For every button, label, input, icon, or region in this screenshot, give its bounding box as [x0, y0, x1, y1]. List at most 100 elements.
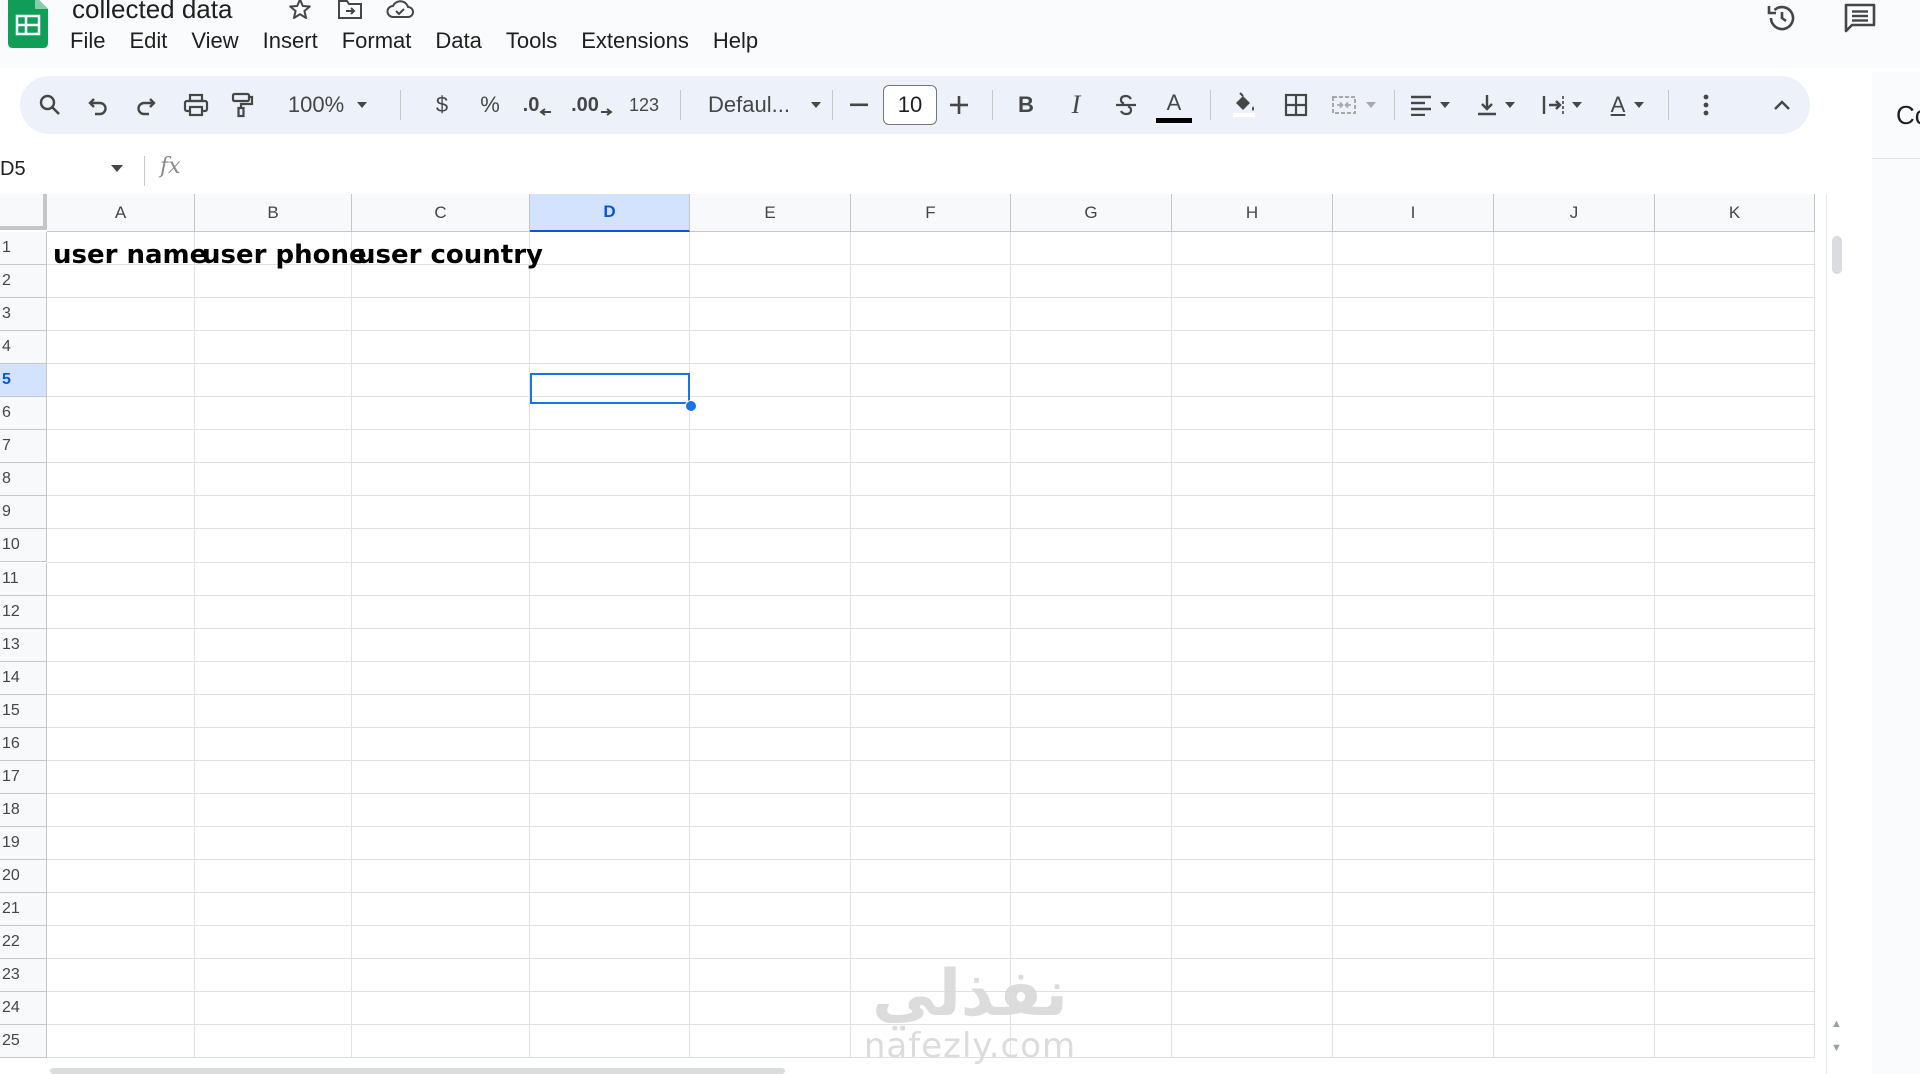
horizontal-scroll-thumb[interactable]: [50, 1068, 785, 1074]
row-header-23[interactable]: 23: [0, 959, 47, 993]
horizontal-align-button[interactable]: [1400, 76, 1460, 134]
menu-format[interactable]: Format: [330, 26, 424, 56]
row-header-11[interactable]: 11: [0, 562, 47, 596]
row-header-3[interactable]: 3: [0, 298, 47, 332]
row-header-6[interactable]: 6: [0, 397, 47, 431]
side-panel-label[interactable]: Co: [1896, 100, 1920, 131]
column-header-d[interactable]: D: [530, 194, 690, 232]
row-header-14[interactable]: 14: [0, 661, 47, 695]
fx-icon: fx: [160, 154, 181, 179]
menu-file[interactable]: File: [58, 26, 117, 56]
row-header-10[interactable]: 10: [0, 529, 47, 563]
menu-insert[interactable]: Insert: [251, 26, 330, 56]
row-header-4[interactable]: 4: [0, 331, 47, 365]
row-header-9[interactable]: 9: [0, 496, 47, 530]
decrease-font-size-icon[interactable]: [842, 76, 876, 134]
borders-icon[interactable]: [1274, 76, 1318, 134]
increase-decimal-button[interactable]: .00: [566, 76, 618, 134]
fill-color-icon[interactable]: [1222, 76, 1266, 134]
row-header-25[interactable]: 25: [0, 1025, 47, 1059]
document-title[interactable]: collected data: [72, 0, 232, 25]
text-color-button[interactable]: A: [1148, 76, 1200, 134]
column-header-e[interactable]: E: [690, 194, 851, 232]
selected-cell-D5[interactable]: [530, 373, 690, 404]
menu-help[interactable]: Help: [701, 26, 770, 56]
row-header-12[interactable]: 12: [0, 595, 47, 629]
name-box[interactable]: D5: [0, 158, 130, 186]
row-header-21[interactable]: 21: [0, 893, 47, 927]
column-header-f[interactable]: F: [851, 194, 1011, 232]
row-header-7[interactable]: 7: [0, 430, 47, 464]
row-header-20[interactable]: 20: [0, 859, 47, 893]
text-rotation-button[interactable]: A: [1598, 76, 1658, 134]
version-history-icon[interactable]: [1762, 0, 1802, 38]
merge-cells-button[interactable]: [1324, 76, 1384, 134]
column-header-a[interactable]: A: [47, 194, 195, 232]
column-header-h[interactable]: H: [1172, 194, 1333, 232]
row-header-2[interactable]: 2: [0, 265, 47, 299]
row-gridline: [47, 396, 1815, 398]
increase-font-size-icon[interactable]: [942, 76, 976, 134]
column-header-c[interactable]: C: [352, 194, 530, 232]
menu-tools[interactable]: Tools: [494, 26, 569, 56]
vertical-scroll-thumb[interactable]: [1832, 236, 1842, 274]
row-header-16[interactable]: 16: [0, 727, 47, 761]
vertical-scrollbar[interactable]: ▲ ▼: [1826, 194, 1847, 1074]
row-gridline: [47, 759, 1815, 761]
fill-handle[interactable]: [685, 400, 697, 412]
row-header-22[interactable]: 22: [0, 926, 47, 960]
row-header-15[interactable]: 15: [0, 694, 47, 728]
decrease-decimal-label: .0: [522, 93, 540, 116]
zoom-select[interactable]: 100%: [282, 76, 374, 134]
menu-data[interactable]: Data: [423, 26, 493, 56]
font-family-select[interactable]: Defaul...: [688, 76, 838, 134]
text-wrapping-button[interactable]: [1532, 76, 1592, 134]
vertical-align-button[interactable]: [1466, 76, 1526, 134]
hide-menus-chevron-up-icon[interactable]: [1762, 76, 1802, 134]
column-header-j[interactable]: J: [1494, 194, 1655, 232]
cell-B1[interactable]: user phone: [202, 240, 367, 270]
menu-edit[interactable]: Edit: [117, 26, 179, 56]
column-header-g[interactable]: G: [1011, 194, 1172, 232]
toolbar: 100% $ % .0 .00 123 Defaul... 10 B I A A: [20, 76, 1810, 134]
column-header-i[interactable]: I: [1333, 194, 1494, 232]
row-header-8[interactable]: 8: [0, 463, 47, 497]
spreadsheet-grid[interactable]: ABCDEFGHIJK 1 2 3 4 5 6 7 8 9 10 11 12 13 14 15 16 17 18 1…: [0, 194, 1828, 1074]
cell-A1[interactable]: user name: [53, 240, 207, 270]
sheets-logo-icon[interactable]: [8, 0, 48, 48]
strikethrough-icon[interactable]: [1104, 76, 1148, 134]
row-header-24[interactable]: 24: [0, 992, 47, 1026]
print-icon[interactable]: [176, 76, 216, 134]
move-to-folder-icon[interactable]: [335, 0, 365, 22]
more-formats-button[interactable]: 123: [618, 76, 670, 134]
row-header-17[interactable]: 17: [0, 760, 47, 794]
more-options-icon[interactable]: [1686, 76, 1726, 134]
cell-C1[interactable]: user country: [357, 240, 543, 270]
undo-icon[interactable]: [78, 76, 118, 134]
font-size-input[interactable]: 10: [883, 85, 937, 125]
cloud-status-icon[interactable]: [385, 0, 415, 22]
row-header-1[interactable]: 1: [0, 232, 47, 266]
bold-button[interactable]: B: [1004, 76, 1048, 134]
row-header-19[interactable]: 19: [0, 826, 47, 860]
comments-icon[interactable]: [1840, 0, 1880, 38]
row-header-5[interactable]: 5: [0, 364, 47, 398]
row-header-13[interactable]: 13: [0, 628, 47, 662]
scroll-up-arrow-icon[interactable]: ▲: [1831, 1018, 1842, 1030]
select-all-corner[interactable]: [0, 194, 47, 230]
search-menus-icon[interactable]: [30, 76, 70, 134]
column-header-k[interactable]: K: [1655, 194, 1815, 232]
italic-button[interactable]: I: [1054, 76, 1098, 134]
menu-extensions[interactable]: Extensions: [569, 26, 701, 56]
formula-input[interactable]: [200, 158, 1800, 184]
column-header-b[interactable]: B: [195, 194, 352, 232]
scroll-down-arrow-icon[interactable]: ▼: [1831, 1042, 1842, 1054]
row-header-18[interactable]: 18: [0, 793, 47, 827]
format-currency-button[interactable]: $: [424, 76, 460, 134]
redo-icon[interactable]: [126, 76, 166, 134]
menu-view[interactable]: View: [179, 26, 250, 56]
format-percent-button[interactable]: %: [472, 76, 508, 134]
decrease-decimal-button[interactable]: .0: [516, 76, 560, 134]
paint-format-icon[interactable]: [222, 76, 262, 134]
star-icon[interactable]: [285, 0, 315, 22]
